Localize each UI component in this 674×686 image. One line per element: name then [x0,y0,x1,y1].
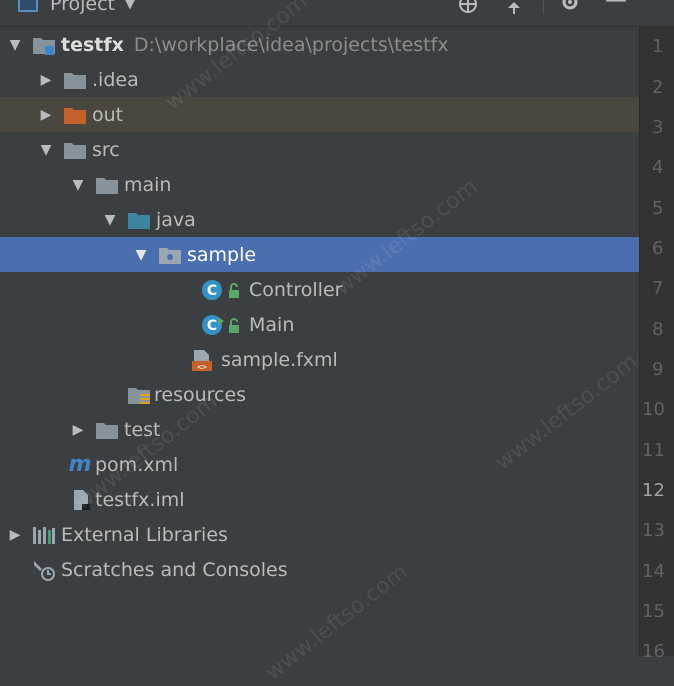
line-number: 15 [642,601,665,622]
tree-item-label: sample [187,243,257,266]
expand-arrow-icon[interactable]: ▼ [69,177,87,193]
line-number: 11 [642,440,665,461]
tree-item-sample[interactable]: ▼ sample [0,237,639,272]
tree-item-label: out [92,103,124,126]
tree-item-external-libraries[interactable]: ▶ External Libraries [0,517,639,552]
tree-item-label: sample.fxml [221,348,338,371]
line-number: 5 [652,198,664,219]
expand-arrow-icon[interactable]: ▼ [132,247,150,263]
tree-item-scratches[interactable]: Scratches and Consoles [0,552,639,587]
line-number: 3 [652,117,664,138]
tree-item-controller[interactable]: C Controller [0,272,639,307]
line-number: 8 [652,319,664,340]
java-class-icon: C [201,279,245,301]
tree-item-label: External Libraries [61,523,228,546]
svg-text:C: C [207,318,217,334]
expand-arrow-icon[interactable]: ▼ [101,212,119,228]
tree-item-resources[interactable]: resources [0,377,639,412]
module-folder-icon [31,34,57,56]
collapse-all-icon[interactable] [502,0,526,16]
tree-item-main-class[interactable]: C Main [0,307,639,342]
tree-item-java[interactable]: ▼ java [0,202,639,237]
libraries-icon [31,524,57,546]
line-number: 7 [652,278,664,299]
line-number: 1 [652,36,664,57]
line-number: 16 [642,641,665,662]
tree-item-label: testfx [61,33,124,56]
line-number: 13 [642,520,665,541]
project-tree: ▼ testfx D:\workplace\idea\projects\test… [0,26,639,656]
tree-item-root[interactable]: ▼ testfx D:\workplace\idea\projects\test… [0,27,639,62]
tree-item-src[interactable]: ▼ src [0,132,639,167]
folder-icon [62,139,88,161]
tree-item-label: main [124,173,172,196]
tree-item-out[interactable]: ▶ out [0,97,639,132]
gear-icon[interactable] [558,0,582,16]
line-number: 6 [652,238,664,259]
java-main-class-icon: C [201,314,245,336]
folder-icon [94,174,120,196]
locate-target-icon[interactable] [456,0,480,16]
scratches-icon [31,559,57,581]
gutter-header [639,0,674,26]
chevron-down-icon: ▼ [125,0,136,12]
line-number: 9 [652,359,664,380]
resources-folder-icon [126,384,152,406]
line-number: 14 [642,561,665,582]
collapsed-arrow-icon[interactable]: ▶ [37,72,55,88]
tree-item-label: Controller [249,278,343,301]
expand-arrow-icon[interactable]: ▼ [6,37,24,53]
project-window-icon [18,0,38,12]
folder-icon [62,69,88,91]
line-number: 10 [642,399,665,420]
editor-gutter: 1 2 3 4 5 6 7 8 9 10 11 12 13 14 15 16 [639,26,674,662]
source-folder-icon [126,209,152,231]
tree-item-idea[interactable]: ▶ .idea [0,62,639,97]
project-view-selector[interactable]: Project ▼ [0,0,135,16]
tree-item-label: Scratches and Consoles [61,558,288,581]
excluded-folder-icon [62,104,88,126]
svg-text:C: C [207,283,217,299]
project-toolbar: Project ▼ [0,0,674,27]
expand-arrow-icon[interactable]: ▼ [37,142,55,158]
package-icon [157,244,183,266]
collapsed-arrow-icon[interactable]: ▶ [69,422,87,438]
maven-icon: m [68,452,92,477]
project-view-title: Project [50,0,116,15]
collapsed-arrow-icon[interactable]: ▶ [37,107,55,123]
fxml-file-icon: <> [189,349,215,371]
tree-item-label: Main [249,313,295,336]
toolbar-divider [543,0,544,14]
svg-text:<>: <> [197,362,207,371]
line-number: 4 [652,157,664,178]
tree-item-main[interactable]: ▼ main [0,167,639,202]
folder-icon [94,419,120,441]
tree-item-label: .idea [92,68,139,91]
tree-item-label: java [156,208,196,231]
line-number-current: 12 [642,480,665,501]
tree-item-label: src [92,138,120,161]
line-number: 2 [652,77,664,98]
hide-panel-icon[interactable] [604,0,628,16]
collapsed-arrow-icon[interactable]: ▶ [6,527,24,543]
tree-item-sample-fxml[interactable]: <> sample.fxml [0,342,639,377]
project-path: D:\workplace\idea\projects\testfx [133,33,449,56]
